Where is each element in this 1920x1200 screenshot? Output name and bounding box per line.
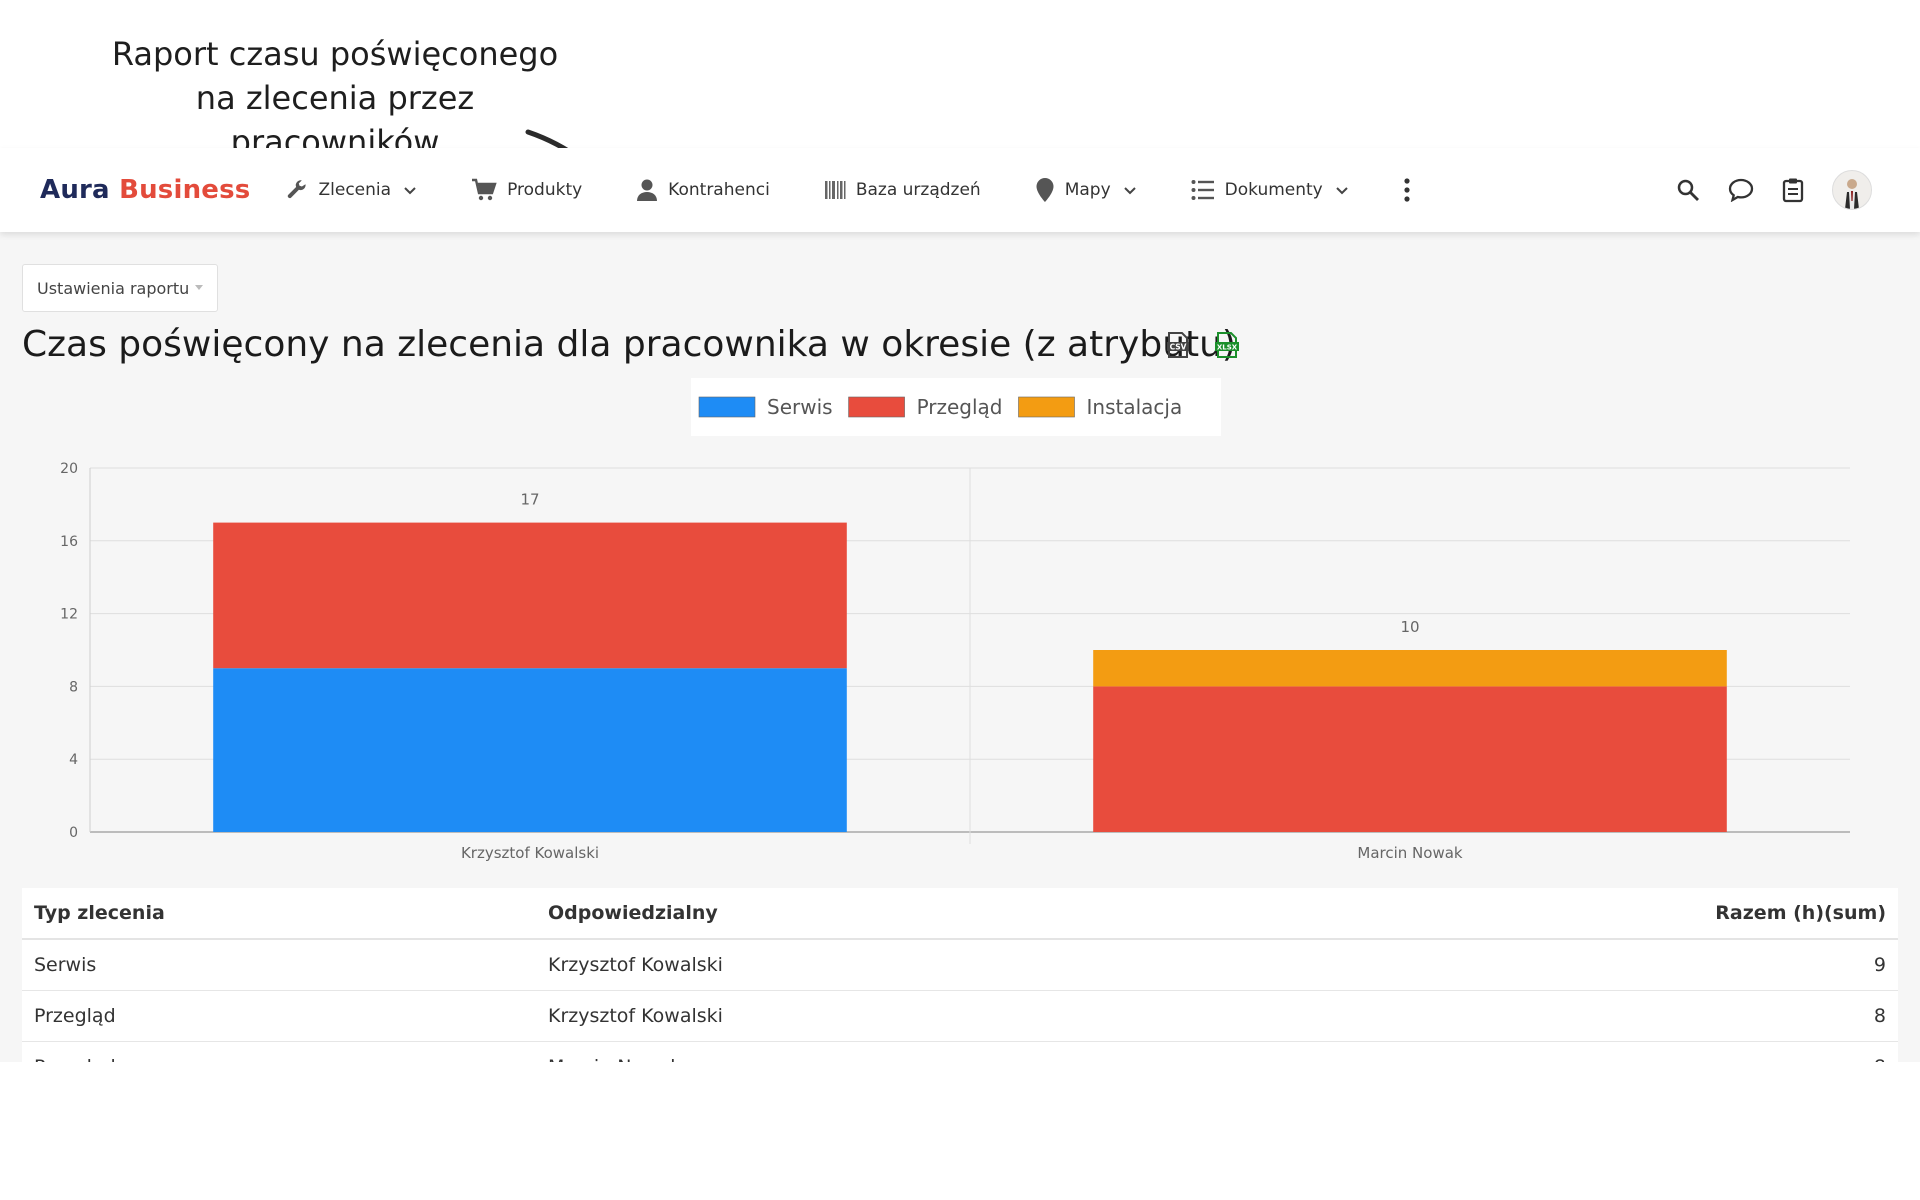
report-settings-button[interactable]: Ustawienia raportu bbox=[22, 264, 219, 312]
legend-swatch-2 bbox=[1018, 396, 1075, 418]
nav-item-kontrahenci[interactable]: Kontrahenci bbox=[636, 178, 770, 202]
table-header-row: Typ zlecenia Odpowiedzialny Razem (h)(su… bbox=[22, 888, 1898, 940]
legend-swatch-1 bbox=[848, 396, 905, 418]
y-tick-label: 12 bbox=[60, 607, 78, 623]
cart-icon bbox=[472, 178, 497, 201]
user-icon bbox=[637, 179, 658, 201]
nav-label-baza-urzadzen: Baza urządzeń bbox=[855, 180, 981, 200]
csv-export-icon[interactable]: CSV bbox=[1166, 332, 1190, 358]
chevron-down-icon bbox=[404, 187, 416, 195]
nav-item-produkty[interactable]: Produkty bbox=[471, 178, 582, 202]
search-icon[interactable] bbox=[1676, 178, 1700, 202]
barcode-icon bbox=[824, 181, 846, 199]
y-tick-label: 4 bbox=[69, 752, 78, 768]
nav-item-dokumenty[interactable]: Dokumenty bbox=[1191, 179, 1349, 201]
xlsx-export-icon[interactable]: XLSX bbox=[1214, 332, 1240, 358]
nav-right-actions bbox=[1676, 170, 1872, 210]
bar-0-1 bbox=[213, 522, 847, 669]
more-vertical-icon bbox=[1404, 178, 1410, 202]
cell-responsible: Krzysztof Kowalski bbox=[536, 939, 1225, 991]
nav-item-zlecenia[interactable]: Zlecenia bbox=[285, 178, 418, 202]
table-row: Przegląd Krzysztof Kowalski 8 bbox=[22, 990, 1898, 1042]
report-title: Czas poświęcony na zlecenia dla pracowni… bbox=[22, 324, 1236, 365]
svg-text:XLSX: XLSX bbox=[1217, 344, 1238, 352]
bar-total-label: 10 bbox=[1400, 618, 1419, 636]
cell-total: 9 bbox=[1224, 939, 1898, 991]
brand-part-1: Aura bbox=[40, 175, 110, 205]
nav-label-kontrahenci: Kontrahenci bbox=[668, 180, 770, 200]
y-tick-label: 8 bbox=[69, 679, 78, 695]
legend-label-1: Przegląd bbox=[917, 395, 1003, 419]
user-avatar-icon bbox=[1845, 179, 1859, 209]
nav-item-baza-urzadzen[interactable]: Baza urządzeń bbox=[824, 179, 981, 201]
annotation-line-1: Raport czasu poświęconego bbox=[111, 35, 559, 73]
bar-total-label: 17 bbox=[520, 491, 539, 509]
export-actions: CSV XLSX bbox=[1166, 332, 1240, 358]
nav-label-produkty: Produkty bbox=[507, 180, 583, 200]
brand-part-2: Business bbox=[119, 175, 251, 205]
y-tick-label: 16 bbox=[60, 534, 78, 550]
main-nav: Zlecenia Produkty Kontrahenci Baza urząd… bbox=[285, 177, 1465, 203]
y-tick-label: 0 bbox=[69, 825, 78, 841]
wrench-icon bbox=[287, 180, 306, 199]
chevron-down-icon bbox=[1336, 187, 1348, 195]
map-pin-icon bbox=[1036, 178, 1054, 202]
cell-responsible: Krzysztof Kowalski bbox=[536, 990, 1225, 1042]
more-menu-button[interactable] bbox=[1403, 178, 1411, 202]
list-icon bbox=[1191, 180, 1214, 200]
svg-text:CSV: CSV bbox=[1170, 343, 1187, 352]
top-navbar: Aura Business Zlecenia Produkty Kontrahe… bbox=[0, 148, 1920, 232]
cell-type: Przegląd bbox=[22, 990, 536, 1042]
nav-label-dokumenty: Dokumenty bbox=[1224, 180, 1323, 200]
bar-1-2 bbox=[1093, 650, 1727, 687]
chevron-down-icon bbox=[1123, 187, 1136, 195]
bar-1-1 bbox=[1093, 686, 1727, 832]
avatar[interactable] bbox=[1832, 170, 1872, 210]
legend-label-0: Serwis bbox=[767, 395, 833, 419]
report-content: Ustawienia raportu Czas poświęcony na zl… bbox=[0, 232, 1920, 1093]
x-tick-label: Krzysztof Kowalski bbox=[461, 844, 599, 862]
legend-label-2: Instalacja bbox=[1087, 395, 1183, 419]
nav-label-mapy: Mapy bbox=[1064, 180, 1111, 200]
page-bottom-area bbox=[0, 1062, 1920, 1200]
nav-label-zlecenia: Zlecenia bbox=[318, 180, 392, 200]
chat-icon[interactable] bbox=[1728, 178, 1754, 202]
table-row: Serwis Krzysztof Kowalski 9 bbox=[22, 939, 1898, 991]
legend-swatch-0 bbox=[698, 396, 756, 418]
caret-down-icon bbox=[195, 285, 204, 290]
report-settings-label: Ustawienia raportu bbox=[37, 278, 190, 298]
bar-0-0 bbox=[213, 668, 847, 832]
x-tick-label: Marcin Nowak bbox=[1357, 844, 1463, 862]
cell-total: 8 bbox=[1224, 990, 1898, 1042]
y-tick-label: 20 bbox=[60, 461, 78, 477]
column-header-responsible[interactable]: Odpowiedzialny bbox=[536, 888, 1225, 940]
column-header-total[interactable]: Razem (h)(sum) bbox=[1224, 888, 1898, 940]
nav-item-mapy[interactable]: Mapy bbox=[1035, 177, 1137, 203]
brand-logo[interactable]: Aura Business bbox=[40, 175, 251, 205]
column-header-type[interactable]: Typ zlecenia bbox=[22, 888, 536, 940]
stacked-bar-chart: Serwis Przegląd Instalacja 0 4 8 12 16 20 17 Krzys… bbox=[60, 378, 1850, 862]
clipboard-icon[interactable] bbox=[1782, 177, 1804, 203]
cell-type: Serwis bbox=[22, 939, 536, 991]
